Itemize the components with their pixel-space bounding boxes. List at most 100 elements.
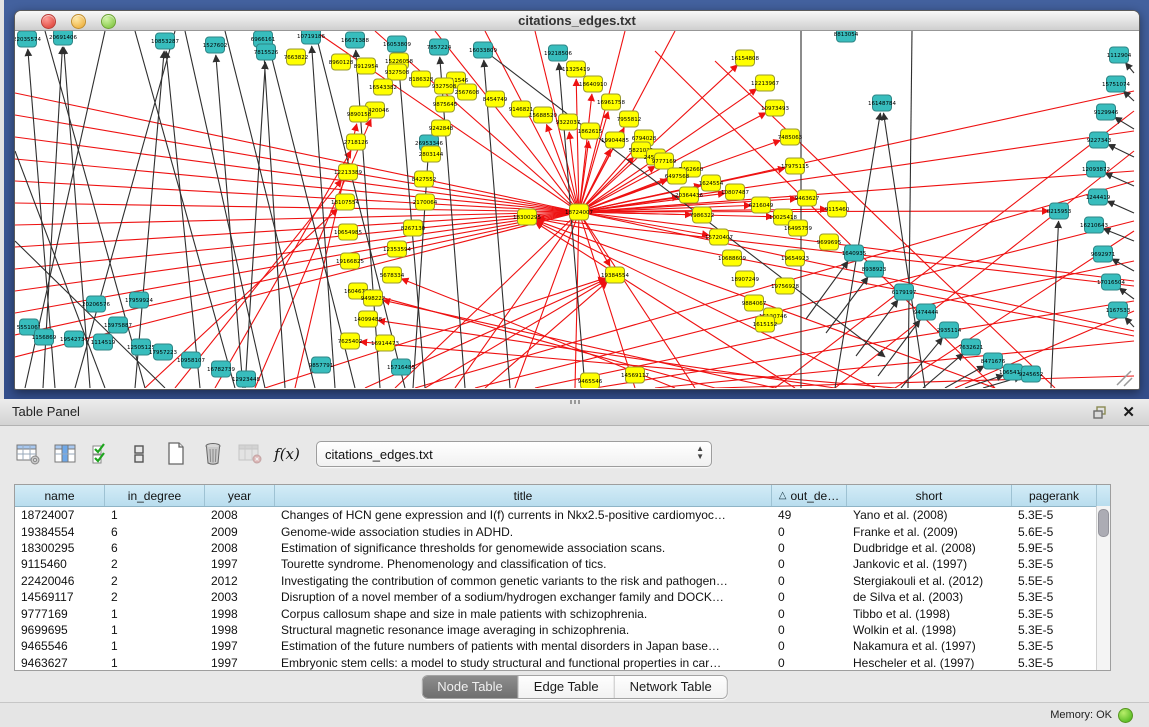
table-cell[interactable]: 6 [105,541,205,555]
table-cell[interactable]: 1997 [205,656,275,670]
table-cell[interactable]: 1 [105,623,205,637]
table-cell[interactable]: 2 [105,557,205,571]
table-cell[interactable]: 1 [105,607,205,621]
table-cell[interactable]: Wolkin et al. (1998) [847,623,1012,637]
table-cell[interactable]: 9699695 [15,623,105,637]
table-row[interactable]: 2242004622012Investigating the contribut… [15,573,1110,589]
table-cell[interactable]: 5.9E-5 [1012,541,1097,555]
delete-rows-icon[interactable] [199,440,227,468]
table-cell[interactable]: Disruption of a novel member of a sodium… [275,590,772,604]
table-cell[interactable]: 5.3E-5 [1012,508,1097,522]
table-cell[interactable]: 5.3E-5 [1012,590,1097,604]
table-cell[interactable]: 5.3E-5 [1012,623,1097,637]
tab-network-table[interactable]: Network Table [615,676,727,698]
delete-table-icon[interactable] [236,440,264,468]
table-cell[interactable]: Franke et al. (2009) [847,525,1012,539]
tab-node-table[interactable]: Node Table [422,676,519,698]
table-cell[interactable]: 22420046 [15,574,105,588]
memory-status-indicator[interactable] [1118,708,1133,723]
table-cell[interactable]: 0 [772,656,847,670]
table-cell[interactable]: Structural magnetic resonance image aver… [275,623,772,637]
table-cell[interactable]: 9463627 [15,656,105,670]
table-cell[interactable]: 9777169 [15,607,105,621]
table-cell[interactable]: Tibbo et al. (1998) [847,607,1012,621]
row-height-icon[interactable] [125,440,153,468]
new-table-icon[interactable] [162,440,190,468]
table-cell[interactable]: 0 [772,557,847,571]
column-header-pagerank[interactable]: pagerank [1012,485,1097,506]
table-cell[interactable]: 5.3E-5 [1012,639,1097,653]
modify-table-icon[interactable] [14,440,42,468]
table-cell[interactable]: 6 [105,525,205,539]
table-cell[interactable]: Estimation of the future numbers of pati… [275,639,772,653]
table-cell[interactable]: 2008 [205,541,275,555]
table-cell[interactable]: 0 [772,639,847,653]
close-panel-icon[interactable]: ✕ [1122,405,1135,420]
table-cell[interactable]: Dudbridge et al. (2008) [847,541,1012,555]
table-cell[interactable]: Tourette syndrome. Phenomenology and cla… [275,557,772,571]
table-row[interactable]: 1456911722003Disruption of a novel membe… [15,589,1110,605]
table-cell[interactable]: Embryonic stem cells: a model to study s… [275,656,772,670]
table-cell[interactable]: 1997 [205,639,275,653]
column-header-year[interactable]: year [205,485,275,506]
table-cell[interactable]: 0 [772,607,847,621]
table-cell[interactable]: 1 [105,656,205,670]
table-cell[interactable]: de Silva et al. (2003) [847,590,1012,604]
table-cell[interactable]: 0 [772,541,847,555]
function-builder-icon[interactable]: f(x) [273,440,301,468]
table-row[interactable]: 969969511998Structural magnetic resonanc… [15,622,1110,638]
table-scrollbar[interactable] [1096,506,1110,670]
table-cell[interactable]: 9465546 [15,639,105,653]
table-cell[interactable]: 9115460 [15,557,105,571]
table-cell[interactable]: Estimation of significance thresholds fo… [275,541,772,555]
network-window[interactable]: citations_edges.txt 22035574206914061085… [14,10,1140,390]
table-cell[interactable]: 0 [772,525,847,539]
show-columns-icon[interactable] [51,440,79,468]
column-header-title[interactable]: title [275,485,772,506]
table-cell[interactable]: Stergiakouli et al. (2012) [847,574,1012,588]
table-cell[interactable]: Hescheler et al. (1997) [847,656,1012,670]
table-cell[interactable]: Investigating the contribution of common… [275,574,772,588]
column-header-in_degree[interactable]: in_degree [105,485,205,506]
table-row[interactable]: 977716911998Corpus callosum shape and si… [15,605,1110,621]
table-cell[interactable]: 1 [105,508,205,522]
table-cell[interactable]: 18300295 [15,541,105,555]
table-cell[interactable]: Yano et al. (2008) [847,508,1012,522]
table-cell[interactable]: 14569117 [15,590,105,604]
table-cell[interactable]: 0 [772,574,847,588]
table-row[interactable]: 946554611997Estimation of the future num… [15,638,1110,654]
table-cell[interactable]: 19384554 [15,525,105,539]
table-cell[interactable]: 49 [772,508,847,522]
table-cell[interactable]: 5.3E-5 [1012,656,1097,670]
network-window-titlebar[interactable]: citations_edges.txt [15,11,1139,31]
table-row[interactable]: 911546021997Tourette syndrome. Phenomeno… [15,556,1110,572]
tab-edge-table[interactable]: Edge Table [519,676,615,698]
table-cell[interactable]: Genome-wide association studies in ADHD. [275,525,772,539]
table-selector-combobox[interactable]: citations_edges.txt ▲▼ [316,441,712,467]
table-row[interactable]: 1830029562008Estimation of significance … [15,540,1110,556]
select-rows-icon[interactable] [88,440,116,468]
table-cell[interactable]: Changes of HCN gene expression and I(f) … [275,508,772,522]
table-cell[interactable]: 1998 [205,607,275,621]
table-row[interactable]: 1938455462009Genome-wide association stu… [15,523,1110,539]
table-cell[interactable]: 2009 [205,525,275,539]
column-header-name[interactable]: name [15,485,105,506]
table-scrollbar-thumb[interactable] [1098,509,1109,537]
table-row[interactable]: 946362711997Embryonic stem cells: a mode… [15,655,1110,671]
float-panel-icon[interactable] [1093,406,1108,419]
split-pane-grip[interactable] [570,400,580,404]
table-cell[interactable]: 5.3E-5 [1012,557,1097,571]
network-canvas[interactable]: 2203557420691406108532871527602696616110… [15,31,1137,388]
table-cell[interactable]: 2 [105,590,205,604]
column-header-short[interactable]: short [847,485,1012,506]
table-row[interactable]: 1872400712008Changes of HCN gene express… [15,507,1110,523]
table-cell[interactable]: 2 [105,574,205,588]
table-cell[interactable]: Nakamura et al. (1997) [847,639,1012,653]
table-cell[interactable]: 5.3E-5 [1012,607,1097,621]
table-cell[interactable]: Corpus callosum shape and size in male p… [275,607,772,621]
table-cell[interactable]: 2012 [205,574,275,588]
table-cell[interactable]: Jankovic et al. (1997) [847,557,1012,571]
table-cell[interactable]: 1997 [205,557,275,571]
table-cell[interactable]: 5.6E-5 [1012,525,1097,539]
table-cell[interactable]: 18724007 [15,508,105,522]
